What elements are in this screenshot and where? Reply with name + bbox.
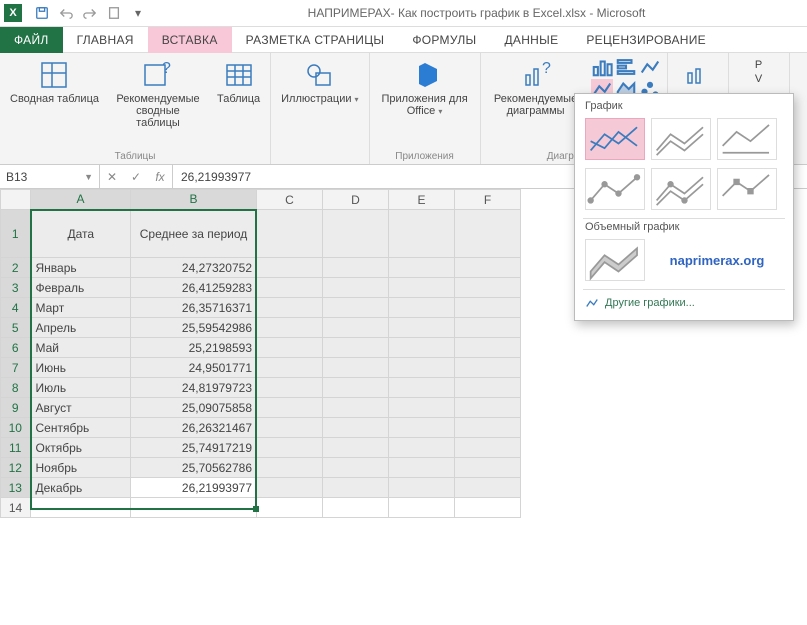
window-title: НАПРИМЕРАХ- Как построить график в Excel… <box>150 6 803 20</box>
row-header[interactable]: 4 <box>1 298 31 318</box>
pivot-table-button[interactable]: Сводная таблица <box>6 57 103 149</box>
tab-file[interactable]: ФАЙЛ <box>0 27 63 53</box>
chart-line-100-markers[interactable] <box>717 168 777 210</box>
insert-column-chart-button[interactable] <box>591 57 613 77</box>
chart-line-basic[interactable] <box>585 118 645 160</box>
quick-access-toolbar: X ▾ НАПРИМЕРАХ- Как построить график в E… <box>0 0 807 27</box>
row-header[interactable]: 8 <box>1 378 31 398</box>
tab-home[interactable]: ГЛАВНАЯ <box>63 27 148 53</box>
cell[interactable]: Февраль <box>31 278 131 298</box>
cell[interactable]: 26,21993977 <box>131 478 257 498</box>
cancel-icon[interactable]: ✕ <box>100 170 124 184</box>
cell[interactable]: 24,27320752 <box>131 258 257 278</box>
chart-type-dropdown: График Объемный график naprimerax.org Др… <box>574 93 794 321</box>
cell[interactable]: Сентябрь <box>31 418 131 438</box>
save-button[interactable] <box>31 2 53 24</box>
more-charts-link[interactable]: Другие графики... <box>579 292 789 314</box>
row-header[interactable]: 6 <box>1 338 31 358</box>
cell[interactable]: Среднее за период <box>131 210 257 258</box>
cell[interactable]: 24,81979723 <box>131 378 257 398</box>
cell[interactable]: 25,09075858 <box>131 398 257 418</box>
ribbon: Сводная таблица ? Рекомендуемые сводные … <box>0 53 807 165</box>
office-apps-button[interactable]: Приложения для Office ▾ <box>376 57 474 149</box>
col-header-e[interactable]: E <box>389 190 455 210</box>
row-header[interactable]: 2 <box>1 258 31 278</box>
col-header-f[interactable]: F <box>455 190 521 210</box>
cell[interactable]: 25,74917219 <box>131 438 257 458</box>
svg-text:?: ? <box>162 60 171 77</box>
recommended-pivot-button[interactable]: ? Рекомендуемые сводные таблицы <box>109 57 207 149</box>
group-illustrations: Иллюстрации ▾ <box>271 53 369 164</box>
fill-handle[interactable] <box>253 506 259 512</box>
cell[interactable]: Апрель <box>31 318 131 338</box>
group-apps: Приложения для Office ▾ Приложения <box>370 53 481 164</box>
cell[interactable]: 25,70562786 <box>131 458 257 478</box>
drop-header-3d: Объемный график <box>579 221 789 237</box>
row-header[interactable]: 5 <box>1 318 31 338</box>
cell[interactable]: Август <box>31 398 131 418</box>
cell[interactable]: 25,2198593 <box>131 338 257 358</box>
new-doc-button[interactable] <box>103 2 125 24</box>
tab-layout[interactable]: РАЗМЕТКА СТРАНИЦЫ <box>232 27 399 53</box>
redo-button[interactable] <box>79 2 101 24</box>
group-tables: Сводная таблица ? Рекомендуемые сводные … <box>0 53 271 164</box>
cell[interactable]: Май <box>31 338 131 358</box>
col-header-d[interactable]: D <box>323 190 389 210</box>
recommended-charts-button[interactable]: ? Рекомендуемые диаграммы <box>487 57 585 149</box>
drop-header-line: График <box>579 100 789 116</box>
cell[interactable]: Март <box>31 298 131 318</box>
chart-3d-line[interactable] <box>585 239 645 281</box>
excel-icon: X <box>4 4 22 22</box>
ribbon-tabs: ФАЙЛ ГЛАВНАЯ ВСТАВКА РАЗМЕТКА СТРАНИЦЫ Ф… <box>0 27 807 53</box>
row-header[interactable]: 10 <box>1 418 31 438</box>
svg-text:?: ? <box>542 60 551 77</box>
row-header[interactable]: 12 <box>1 458 31 478</box>
chart-line-stacked[interactable] <box>651 118 711 160</box>
name-box[interactable]: B13▼ <box>0 165 100 188</box>
col-header-a[interactable]: A <box>31 190 131 210</box>
cell[interactable]: 26,41259283 <box>131 278 257 298</box>
tab-formulas[interactable]: ФОРМУЛЫ <box>398 27 490 53</box>
undo-button[interactable] <box>55 2 77 24</box>
accept-icon[interactable]: ✓ <box>124 170 148 184</box>
chart-line-markers[interactable] <box>585 168 645 210</box>
tab-data[interactable]: ДАННЫЕ <box>490 27 572 53</box>
row-header[interactable]: 13 <box>1 478 31 498</box>
col-header-b[interactable]: B <box>131 190 257 210</box>
cell[interactable]: Июль <box>31 378 131 398</box>
cell[interactable]: 26,26321467 <box>131 418 257 438</box>
cell[interactable]: Дата <box>31 210 131 258</box>
insert-bar-chart-button[interactable] <box>615 57 637 77</box>
cell[interactable]: Июнь <box>31 358 131 378</box>
cell[interactable]: 25,59542986 <box>131 318 257 338</box>
row-header[interactable]: 7 <box>1 358 31 378</box>
cell[interactable]: 24,9501771 <box>131 358 257 378</box>
row-header[interactable]: 11 <box>1 438 31 458</box>
illustrations-button[interactable]: Иллюстрации ▾ <box>277 57 362 149</box>
qat-customize-icon[interactable]: ▾ <box>127 2 149 24</box>
row-header[interactable]: 14 <box>1 498 31 518</box>
select-all-corner[interactable] <box>1 190 31 210</box>
row-header[interactable]: 1 <box>1 210 31 258</box>
chart-line-stacked-markers[interactable] <box>651 168 711 210</box>
cell[interactable]: Ноябрь <box>31 458 131 478</box>
cell[interactable]: Январь <box>31 258 131 278</box>
insert-stock-chart-button[interactable] <box>639 57 661 77</box>
cell[interactable]: Октябрь <box>31 438 131 458</box>
fx-icon[interactable]: fx <box>148 170 172 184</box>
cell[interactable]: 26,35716371 <box>131 298 257 318</box>
table-button[interactable]: Таблица <box>213 57 264 149</box>
row-header[interactable]: 9 <box>1 398 31 418</box>
cell[interactable]: Декабрь <box>31 478 131 498</box>
watermark: naprimerax.org <box>670 253 765 268</box>
tab-review[interactable]: РЕЦЕНЗИРОВАНИЕ <box>572 27 720 53</box>
chart-line-100[interactable] <box>717 118 777 160</box>
tab-insert[interactable]: ВСТАВКА <box>148 27 232 53</box>
col-header-c[interactable]: C <box>257 190 323 210</box>
row-header[interactable]: 3 <box>1 278 31 298</box>
